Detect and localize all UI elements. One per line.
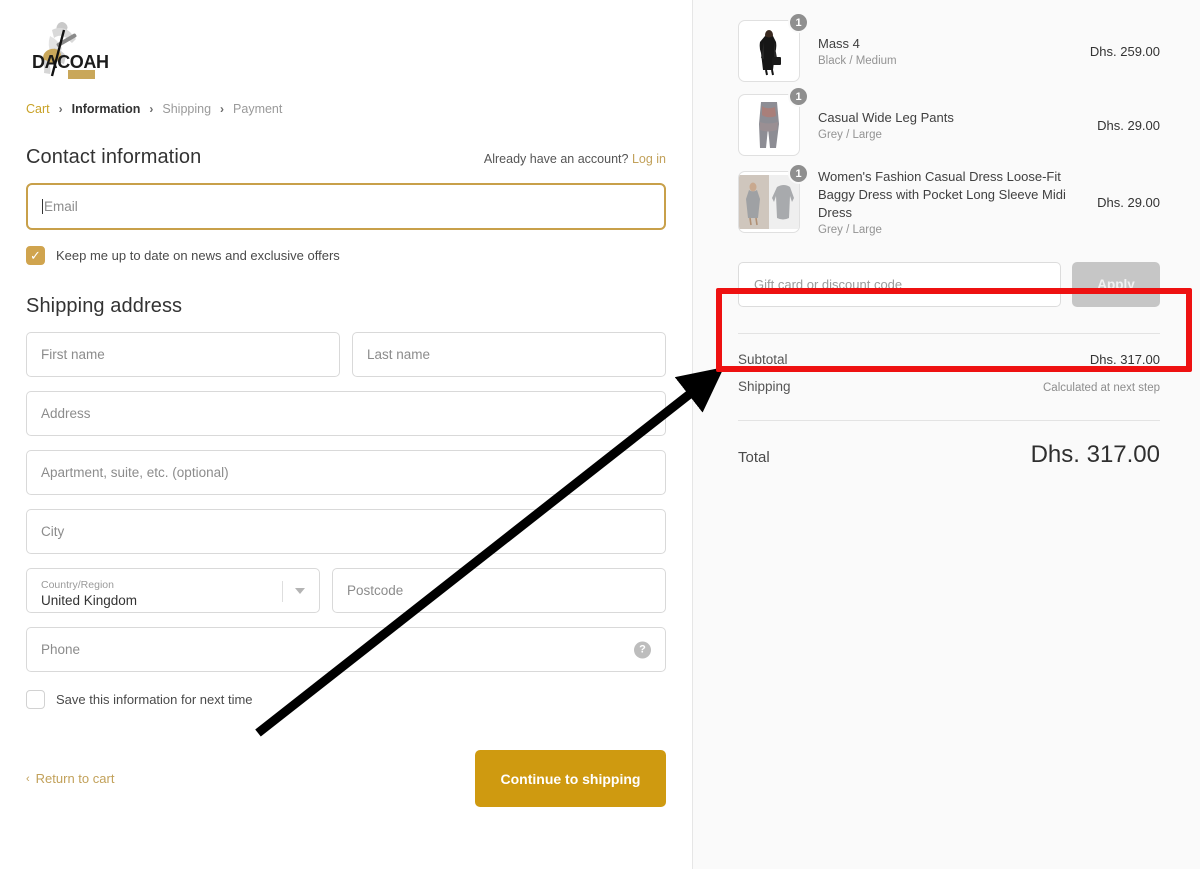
first-name-input[interactable]: First name	[26, 332, 340, 377]
quantity-badge: 1	[788, 163, 809, 184]
newsletter-opt-in-row[interactable]: ✓ Keep me up to date on news and exclusi…	[26, 246, 666, 265]
continue-to-shipping-button[interactable]: Continue to shipping	[475, 750, 666, 807]
last-name-placeholder: Last name	[367, 347, 431, 362]
phone-placeholder: Phone	[41, 642, 81, 657]
discount-section-highlight-box	[716, 288, 1192, 372]
apartment-placeholder: Apartment, suite, etc. (optional)	[41, 465, 229, 480]
save-info-row[interactable]: Save this information for next time	[26, 690, 666, 709]
text-caret	[42, 199, 43, 214]
form-footer: ‹ Return to cart Continue to shipping	[26, 750, 666, 807]
item-info: Casual Wide Leg Pants Grey / Large	[800, 109, 1097, 141]
city-input[interactable]: City	[26, 509, 666, 554]
shipping-row: Shipping Calculated at next step	[738, 379, 1160, 394]
account-prompt-text: Already have an account?	[483, 152, 629, 166]
newsletter-label: Keep me up to date on news and exclusive…	[56, 248, 340, 263]
quantity-badge: 1	[788, 86, 809, 107]
email-row: Email	[26, 183, 666, 230]
item-title: Casual Wide Leg Pants	[818, 110, 954, 125]
item-variant: Grey / Large	[818, 129, 882, 141]
item-title: Women's Fashion Casual Dress Loose-Fit B…	[818, 169, 1066, 220]
shipping-value: Calculated at next step	[1043, 382, 1160, 394]
store-logo[interactable]: DACOAH	[28, 18, 114, 80]
phone-input[interactable]: Phone ?	[26, 627, 666, 672]
country-region-select[interactable]: Country/Region United Kingdom	[26, 568, 320, 613]
svg-text:DACOAH: DACOAH	[32, 52, 109, 72]
order-summary-panel: 1 Mass 4 Black / Medium Dhs. 259.00 1 Ca…	[692, 0, 1200, 869]
total-label: Total	[738, 449, 770, 466]
breadcrumb-separator-icon: ›	[220, 102, 225, 116]
total-divider	[738, 420, 1160, 421]
country-region-value: United Kingdom	[41, 592, 138, 608]
breadcrumb-separator-icon: ›	[58, 102, 63, 116]
checkmark-icon: ✓	[30, 248, 41, 263]
item-title: Mass 4	[818, 36, 860, 51]
contact-information-title: Contact information	[26, 146, 202, 168]
breadcrumb-item-cart[interactable]: Cart	[26, 102, 50, 116]
name-row: First name Last name	[26, 332, 666, 377]
item-variant: Black / Medium	[818, 55, 897, 67]
save-info-checkbox[interactable]	[26, 690, 45, 709]
return-to-cart-label: Return to cart	[35, 771, 115, 786]
chevron-left-icon: ‹	[26, 772, 30, 785]
item-price: Dhs. 29.00	[1097, 194, 1160, 210]
address-input[interactable]: Address	[26, 391, 666, 436]
breadcrumb-item-shipping: Shipping	[162, 102, 212, 116]
list-item: 1 Casual Wide Leg Pants Grey / Large Dhs…	[738, 86, 1160, 156]
item-variant: Grey / Large	[818, 224, 882, 236]
select-divider	[282, 581, 283, 602]
item-info: Women's Fashion Casual Dress Loose-Fit B…	[800, 168, 1097, 236]
item-price: Dhs. 29.00	[1097, 117, 1160, 133]
list-item: 1 Women's Fashion Casual Dress Loose-Fit…	[738, 163, 1160, 236]
breadcrumb-separator-icon: ›	[149, 102, 154, 116]
country-region-label: Country/Region	[41, 578, 114, 591]
list-item: 1 Mass 4 Black / Medium Dhs. 259.00	[738, 12, 1160, 82]
item-info: Mass 4 Black / Medium	[800, 35, 1090, 67]
guitarist-logo-icon: DACOAH	[32, 22, 109, 79]
chevron-down-icon[interactable]	[295, 587, 305, 594]
account-prompt: Already have an account? Log in	[484, 152, 666, 166]
checkout-form-panel: DACOAH Cart › Information › Shipping › P…	[0, 0, 692, 869]
city-placeholder: City	[41, 524, 65, 539]
postcode-placeholder: Postcode	[347, 583, 404, 598]
breadcrumb-item-payment: Payment	[233, 102, 283, 116]
total-value: Dhs. 317.00	[1030, 441, 1160, 468]
total-row: Total Dhs. 317.00	[738, 441, 1160, 469]
shipping-address-title: Shipping address	[26, 295, 183, 317]
address-stack: Address Apartment, suite, etc. (optional…	[26, 391, 666, 554]
country-postcode-row: Country/Region United Kingdom Postcode	[26, 568, 666, 613]
phone-stack: Phone ?	[26, 627, 666, 672]
postcode-input[interactable]: Postcode	[332, 568, 666, 613]
breadcrumb-item-information[interactable]: Information	[72, 102, 141, 116]
thumbnail-wrap: 1	[738, 12, 809, 82]
shipping-label: Shipping	[738, 379, 791, 394]
thumbnail-wrap: 1	[738, 86, 809, 156]
help-icon[interactable]: ?	[634, 641, 651, 658]
address-placeholder: Address	[41, 406, 91, 421]
newsletter-checkbox[interactable]: ✓	[26, 246, 45, 265]
return-to-cart-link[interactable]: ‹ Return to cart	[26, 771, 114, 786]
apartment-input[interactable]: Apartment, suite, etc. (optional)	[26, 450, 666, 495]
first-name-placeholder: First name	[41, 347, 105, 362]
email-input[interactable]: Email	[26, 183, 666, 230]
last-name-input[interactable]: Last name	[352, 332, 666, 377]
save-info-label: Save this information for next time	[56, 692, 253, 707]
shipping-address-header: Shipping address	[26, 295, 666, 318]
thumbnail-wrap: 1	[738, 163, 809, 233]
contact-information-header: Contact information Already have an acco…	[26, 146, 666, 169]
breadcrumb: Cart › Information › Shipping › Payment	[26, 102, 666, 116]
email-placeholder: Email	[44, 199, 78, 214]
item-price: Dhs. 259.00	[1089, 43, 1160, 59]
quantity-badge: 1	[788, 12, 809, 33]
login-link[interactable]: Log in	[632, 152, 666, 166]
checkout-page: DACOAH Cart › Information › Shipping › P…	[0, 0, 1200, 869]
